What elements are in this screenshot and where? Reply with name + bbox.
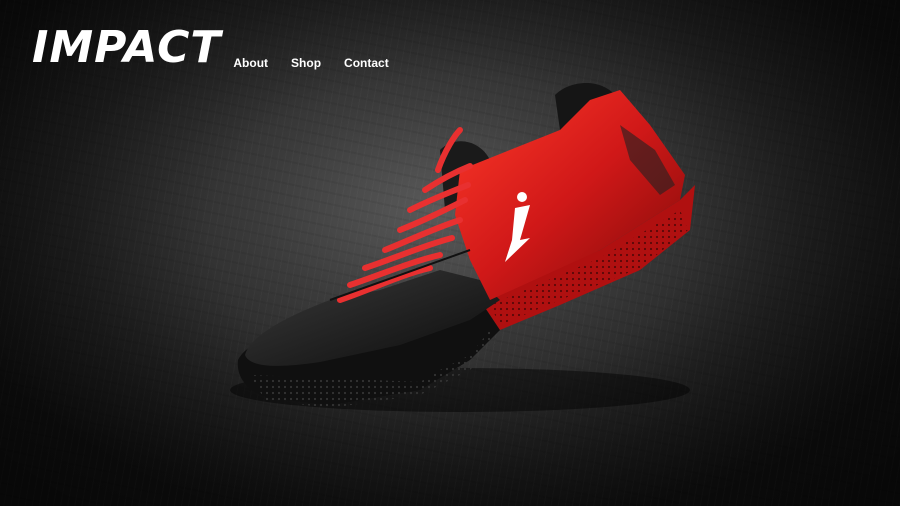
- main-nav: About Shop Contact: [233, 56, 388, 70]
- hero-page: IMPACT About Shop Contact: [0, 0, 900, 506]
- site-header: IMPACT About Shop Contact: [32, 26, 389, 71]
- nav-link-about[interactable]: About: [233, 56, 268, 70]
- hero-shoe-image: [230, 82, 695, 412]
- nav-link-contact[interactable]: Contact: [344, 56, 389, 70]
- nav-link-shop[interactable]: Shop: [291, 56, 321, 70]
- brand-logo[interactable]: IMPACT: [32, 26, 221, 70]
